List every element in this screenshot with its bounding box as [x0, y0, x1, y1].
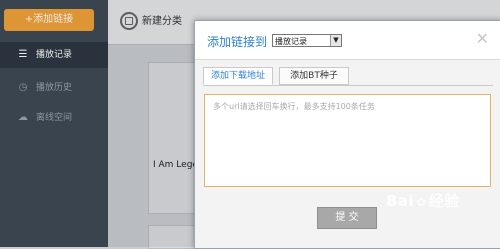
- target-folder-value: 播放记录: [275, 37, 307, 46]
- dialog-title: 添加链接到: [207, 35, 268, 49]
- target-folder-select[interactable]: 播放记录 ▼: [272, 34, 342, 47]
- baidu-watermark: Bai ✿ 经验: [386, 190, 460, 211]
- watermark-text-right: 经验: [428, 192, 460, 210]
- add-link-dialog: 添加链接到 播放记录 ▼ ✕ 添加下载地址 添加BT种子 多个url请选择回车换…: [194, 20, 500, 249]
- submit-button[interactable]: 提 交: [317, 207, 377, 229]
- url-input[interactable]: 多个url请选择回车换行，最多支持100条任务: [204, 94, 491, 187]
- paw-icon: ✿: [416, 195, 427, 209]
- dialog-header: 添加链接到 播放记录 ▼ ✕: [195, 21, 500, 60]
- close-icon[interactable]: ✕: [476, 29, 489, 48]
- tab-add-download-url[interactable]: 添加下载地址: [203, 67, 273, 85]
- chevron-down-icon: ▼: [330, 35, 341, 46]
- dialog-tabs: 添加下载地址 添加BT种子: [203, 67, 493, 86]
- tab-add-bt-seed[interactable]: 添加BT种子: [279, 67, 349, 85]
- watermark-text-left: Bai: [386, 192, 415, 210]
